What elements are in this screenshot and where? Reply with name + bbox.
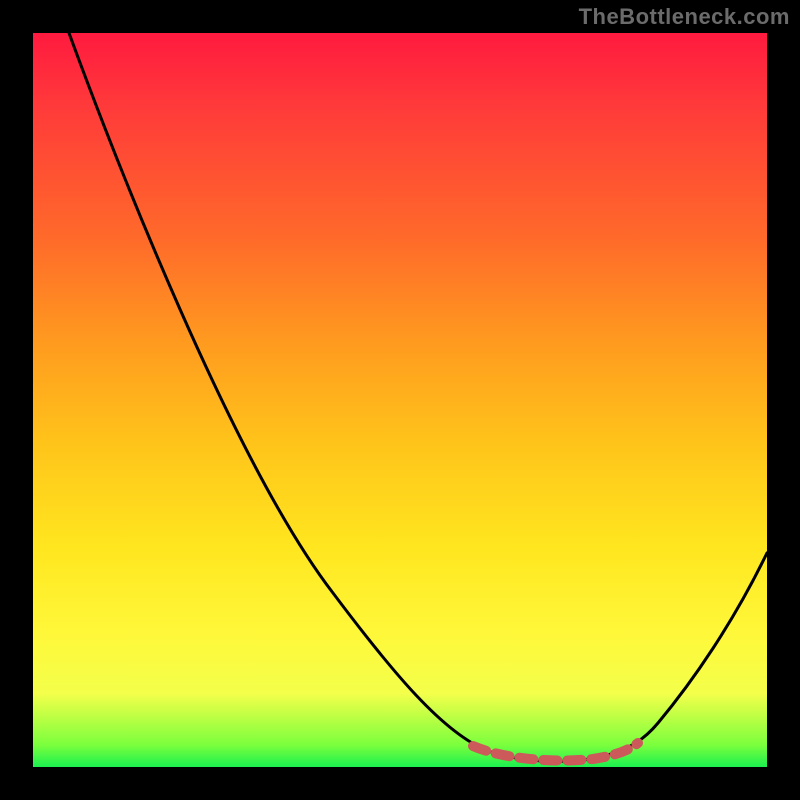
- bottleneck-curve-path: [69, 33, 767, 761]
- highlighted-minimum-path: [473, 743, 638, 760]
- watermark-text: TheBottleneck.com: [579, 4, 790, 30]
- plot-area: [33, 33, 767, 767]
- chart-frame: TheBottleneck.com: [0, 0, 800, 800]
- curve-svg: [33, 33, 767, 767]
